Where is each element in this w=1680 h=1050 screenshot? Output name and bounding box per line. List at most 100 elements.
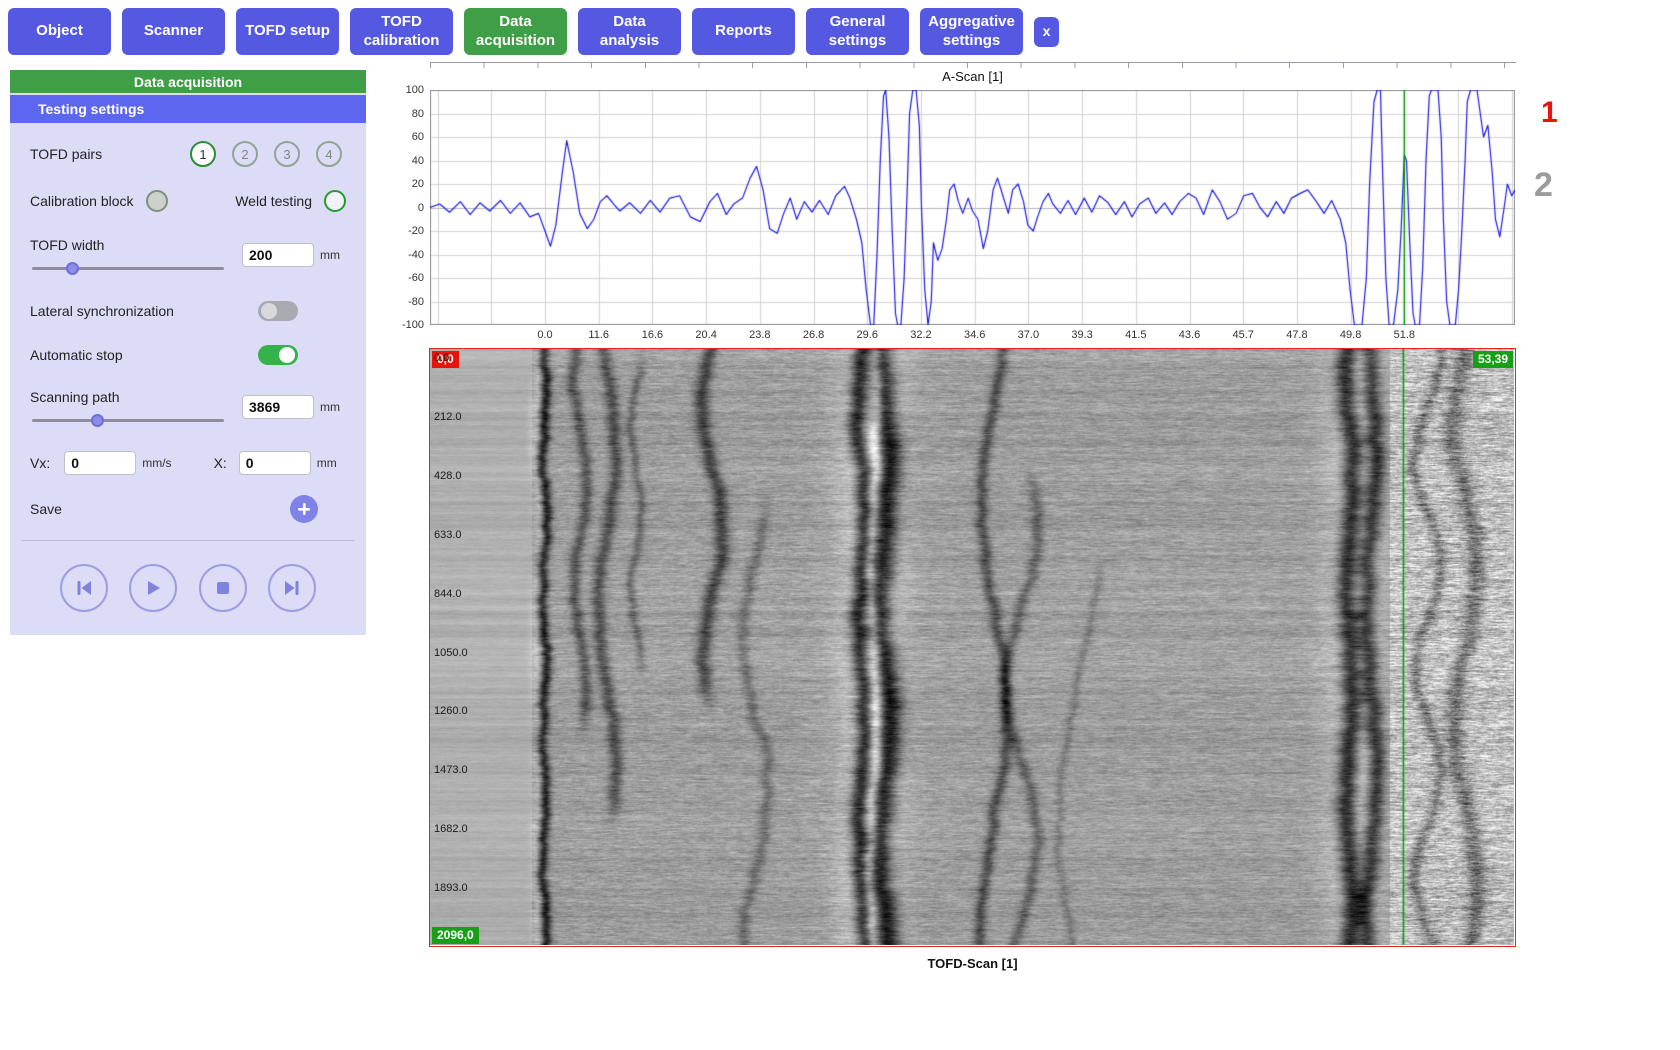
- settings-panel: Data acquisition Testing settings TOFD p…: [10, 70, 366, 635]
- ascan-xtick: 32.2: [910, 329, 931, 341]
- tofd-pair-3[interactable]: 3: [274, 141, 300, 167]
- auto-stop-row: Automatic stop: [10, 340, 366, 370]
- slider-thumb[interactable]: [66, 262, 79, 275]
- scanning-path-unit: mm: [320, 400, 340, 414]
- ascan-xtick: 29.6: [857, 329, 878, 341]
- ascan-ytick: 0: [418, 202, 424, 214]
- channel-1-indicator[interactable]: 1: [1541, 96, 1558, 130]
- tofd-pair-2[interactable]: 2: [232, 141, 258, 167]
- ascan-xtick: 47.8: [1286, 329, 1307, 341]
- slider-track: [32, 267, 224, 270]
- playback-controls: [10, 555, 366, 621]
- channel-2-indicator[interactable]: 2: [1534, 166, 1553, 205]
- ascan-canvas[interactable]: [430, 90, 1515, 325]
- tab-data-analysis[interactable]: Data analysis: [578, 8, 681, 55]
- section-header-testing-settings[interactable]: Testing settings: [10, 95, 366, 123]
- bscan-plot[interactable]: 0,0 53,39 2096,0: [429, 348, 1516, 947]
- tofd-pair-4[interactable]: 4: [316, 141, 342, 167]
- main-toolbar: Object Scanner TOFD setup TOFD calibrati…: [8, 8, 1059, 55]
- skip-back-icon: [74, 578, 94, 598]
- slider-thumb[interactable]: [91, 414, 104, 427]
- ascan-ytick: 100: [406, 84, 424, 96]
- ascan-xtick: 0.0: [537, 329, 552, 341]
- skip-to-end-button[interactable]: [268, 564, 316, 612]
- ascan-xtick: 23.8: [749, 329, 770, 341]
- bscan-title: TOFD-Scan [1]: [430, 956, 1515, 971]
- plus-icon: [297, 502, 311, 516]
- ascan-ytick: -80: [408, 296, 424, 308]
- ascan-x-axis: 0.011.616.620.423.826.829.632.234.637.03…: [430, 329, 1515, 343]
- calibration-block-radio[interactable]: [146, 190, 168, 212]
- save-label: Save: [30, 501, 62, 517]
- ascan-xtick: 16.6: [642, 329, 663, 341]
- scanning-path-input[interactable]: [242, 395, 314, 419]
- scanning-path-row: Scanning path mm: [10, 380, 366, 434]
- tab-scanner[interactable]: Scanner: [122, 8, 225, 55]
- panel-title: Data acquisition: [10, 70, 366, 93]
- x-input[interactable]: [239, 451, 311, 475]
- ascan-xtick: 43.6: [1179, 329, 1200, 341]
- ascan-xtick: 45.7: [1232, 329, 1253, 341]
- weld-testing-radio[interactable]: [324, 190, 346, 212]
- tofd-pairs-label: TOFD pairs: [30, 146, 102, 162]
- toggle-knob: [261, 303, 277, 319]
- stop-icon: [213, 578, 233, 598]
- skip-forward-icon: [282, 578, 302, 598]
- vx-input[interactable]: [64, 451, 136, 475]
- ascan-y-axis: 100806040200-20-40-60-80-100: [390, 90, 424, 325]
- ascan-xtick: 39.3: [1071, 329, 1092, 341]
- tofd-width-slider[interactable]: [32, 262, 224, 274]
- lateral-sync-toggle[interactable]: [258, 301, 298, 321]
- tab-aggregative-settings[interactable]: Aggregative settings: [920, 8, 1023, 55]
- x-unit: mm: [317, 456, 337, 470]
- bscan-canvas[interactable]: [430, 349, 1514, 945]
- tofd-pairs-row: TOFD pairs 1 2 3 4: [10, 137, 366, 171]
- bscan-origin-chip: 0,0: [432, 351, 459, 368]
- ascan-plot[interactable]: [430, 90, 1515, 325]
- ascan-ytick: 40: [412, 155, 424, 167]
- bscan-length-chip: 2096,0: [432, 927, 479, 944]
- ascan-ytick: 80: [412, 108, 424, 120]
- ascan-xtick: 34.6: [964, 329, 985, 341]
- ascan-xtick: 51.8: [1394, 329, 1415, 341]
- weld-testing-label: Weld testing: [235, 193, 312, 209]
- tab-object[interactable]: Object: [8, 8, 111, 55]
- toggle-knob: [279, 347, 295, 363]
- x-label: X:: [214, 455, 227, 471]
- bscan-cursor-value-chip: 53,39: [1473, 351, 1513, 368]
- ascan-xtick: 41.5: [1125, 329, 1146, 341]
- scan-position-ruler: [430, 62, 1516, 68]
- auto-stop-label: Automatic stop: [30, 347, 123, 363]
- ascan-xtick: 26.8: [803, 329, 824, 341]
- ascan-ytick: -20: [408, 225, 424, 237]
- tab-tofd-calibration[interactable]: TOFD calibration: [350, 8, 453, 55]
- lateral-sync-row: Lateral synchronization: [10, 296, 366, 326]
- play-button[interactable]: [129, 564, 177, 612]
- tofd-width-input[interactable]: [242, 243, 314, 267]
- tab-reports[interactable]: Reports: [692, 8, 795, 55]
- close-button[interactable]: x: [1034, 17, 1059, 47]
- calibration-block-label: Calibration block: [30, 193, 134, 209]
- auto-stop-toggle[interactable]: [258, 345, 298, 365]
- ascan-xtick: 11.6: [588, 329, 609, 341]
- scanning-path-slider[interactable]: [32, 414, 224, 426]
- tab-data-acquisition[interactable]: Data acquisition: [464, 8, 567, 55]
- tofd-width-row: TOFD width mm: [10, 228, 366, 282]
- ascan-ytick: 60: [412, 131, 424, 143]
- tab-general-settings[interactable]: General settings: [806, 8, 909, 55]
- save-add-button[interactable]: [290, 495, 318, 523]
- speed-position-row: Vx: mm/s X: mm: [10, 450, 366, 476]
- ascan-ytick: -40: [408, 249, 424, 261]
- scanning-path-label: Scanning path: [30, 389, 242, 405]
- stop-button[interactable]: [199, 564, 247, 612]
- tofd-pair-1[interactable]: 1: [190, 141, 216, 167]
- ascan-ytick: 20: [412, 178, 424, 190]
- play-icon: [143, 578, 163, 598]
- vx-unit: mm/s: [142, 456, 171, 470]
- ascan-xtick: 49.8: [1340, 329, 1361, 341]
- ascan-ytick: -60: [408, 272, 424, 284]
- skip-to-start-button[interactable]: [60, 564, 108, 612]
- tofd-width-unit: mm: [320, 248, 340, 262]
- tab-tofd-setup[interactable]: TOFD setup: [236, 8, 339, 55]
- mode-row: Calibration block Weld testing: [10, 184, 366, 218]
